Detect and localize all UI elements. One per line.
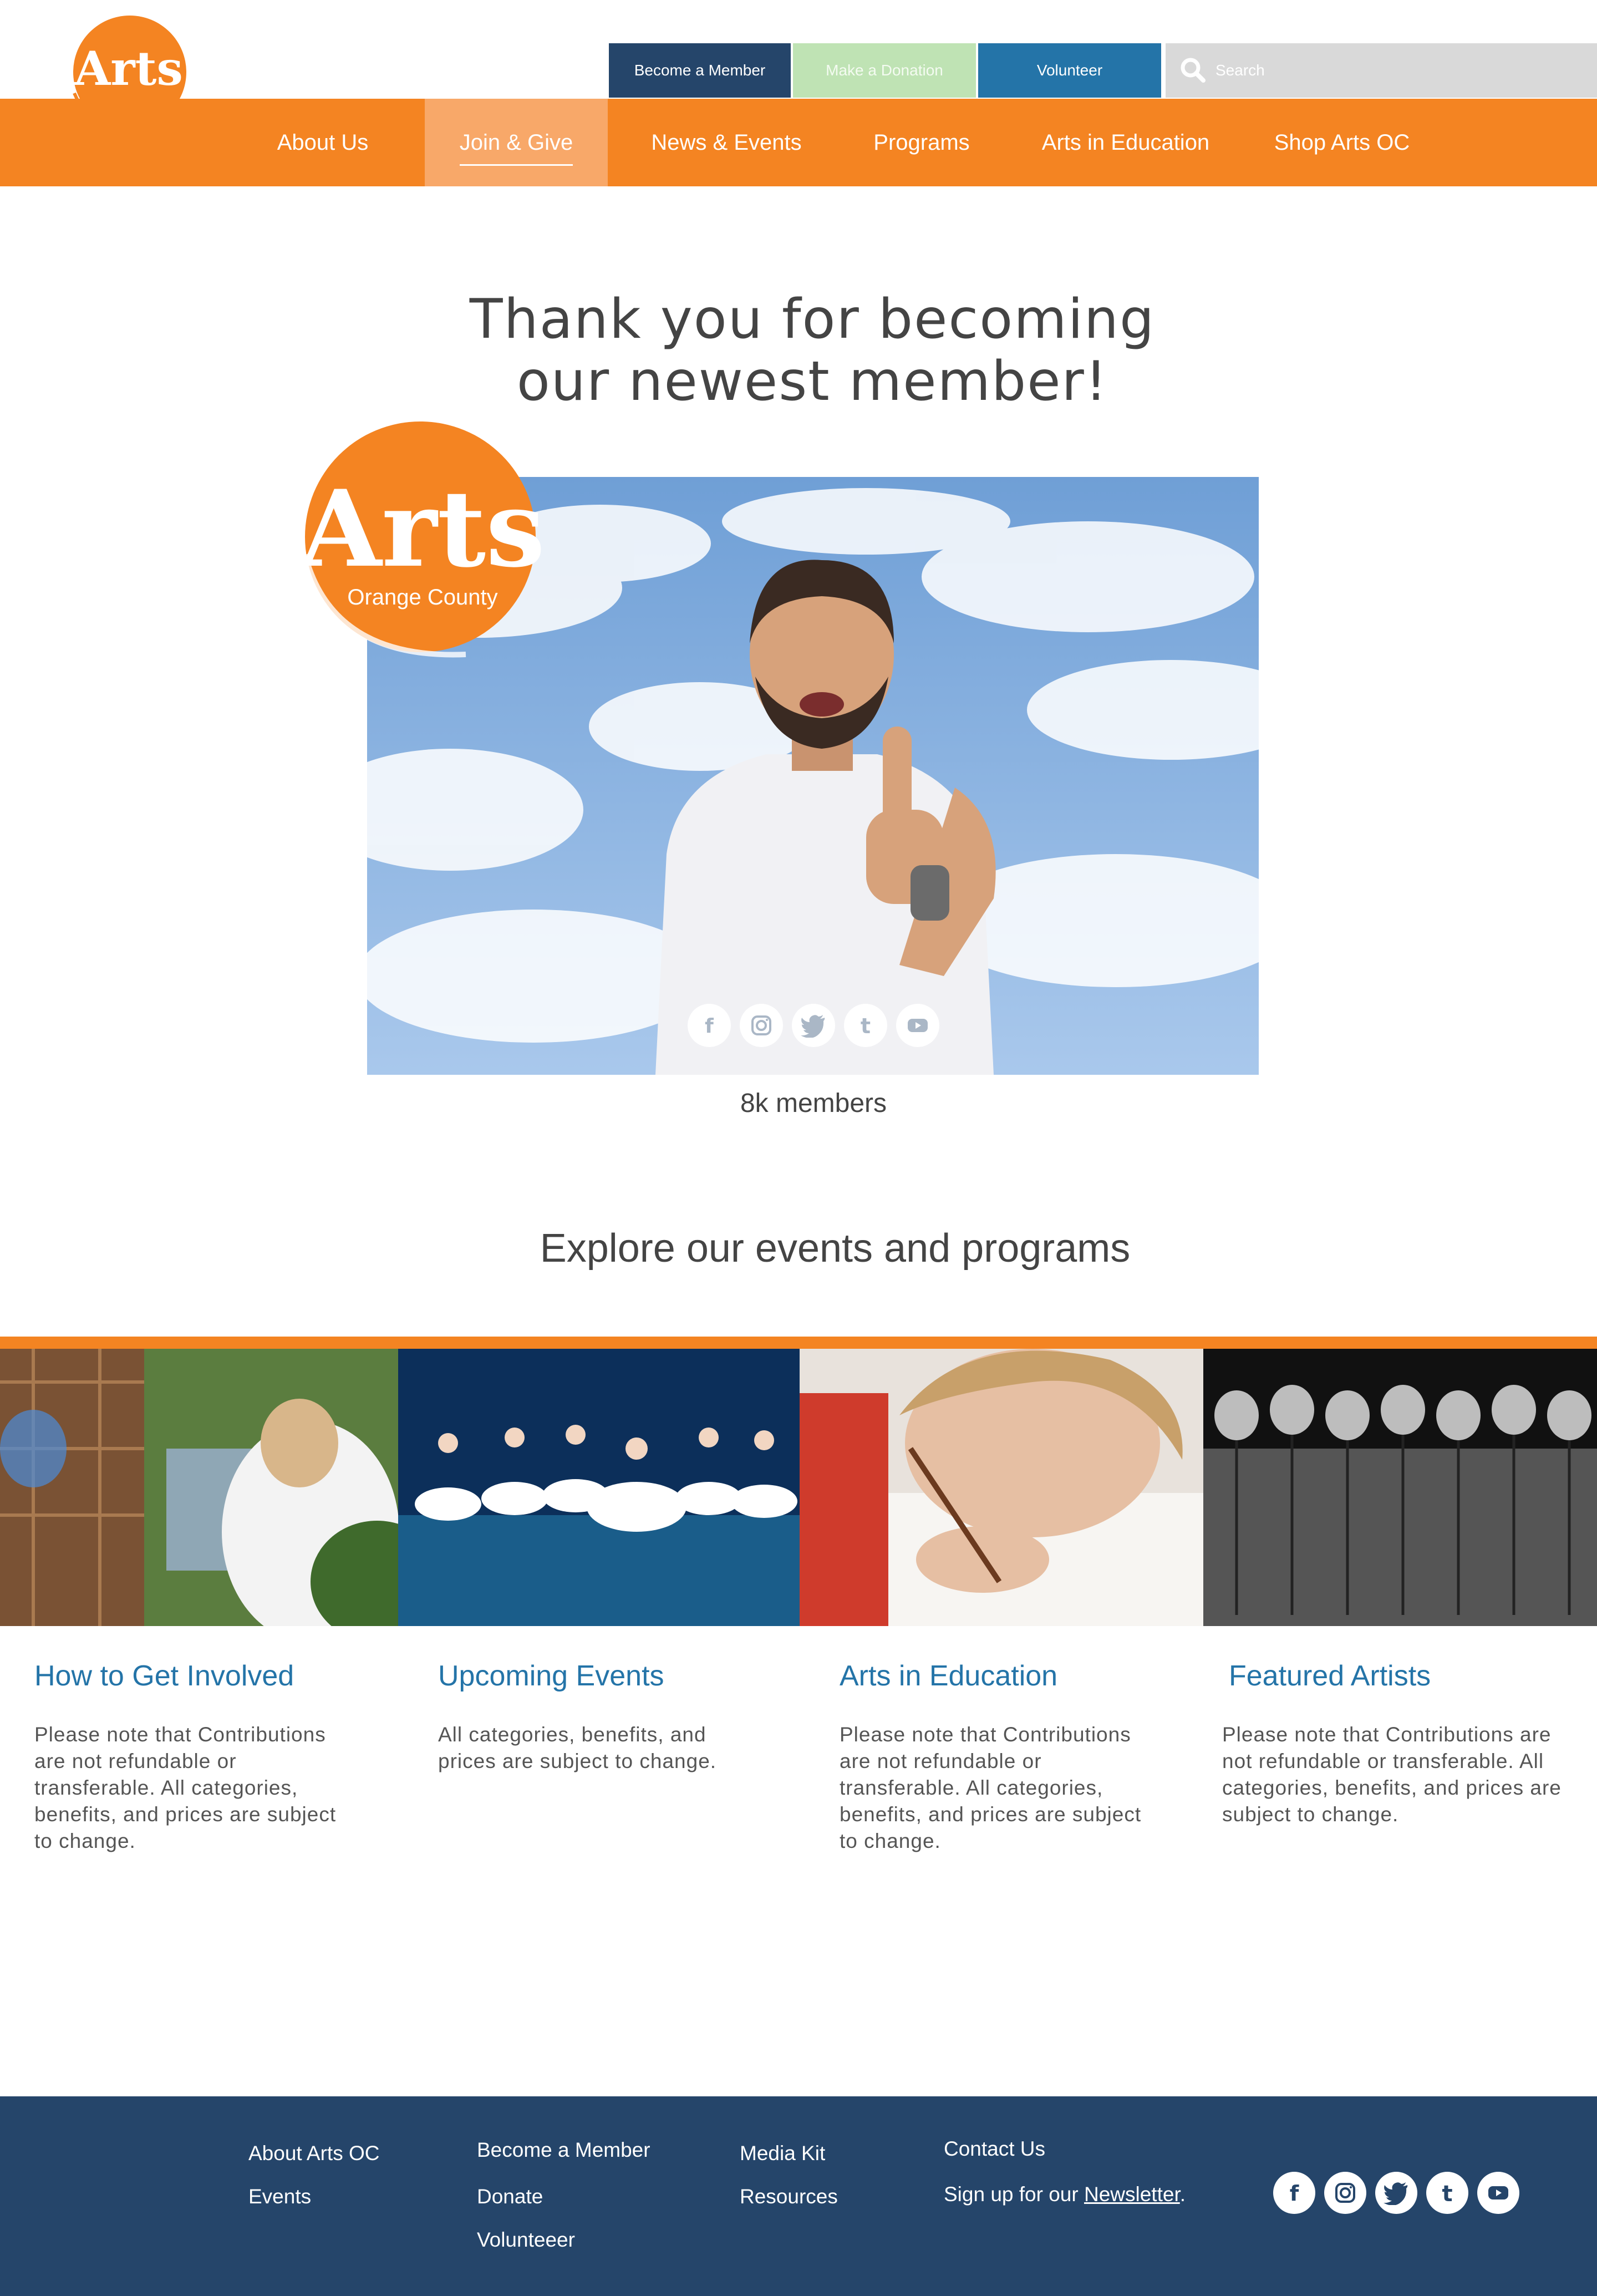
card-text-arts-in-education: Please note that Contributions are not r…	[840, 1723, 1142, 1852]
youtube-icon[interactable]	[1477, 2172, 1519, 2214]
search-icon[interactable]	[1177, 54, 1210, 87]
footer-newsletter-text: Sign up for our Newsletter.	[944, 2183, 1186, 2206]
nav-item-programs[interactable]: Programs	[855, 99, 988, 186]
nav-label: Programs	[873, 130, 970, 155]
newsletter-suffix: .	[1179, 2183, 1186, 2206]
photo-social-links: f t	[688, 1004, 939, 1047]
footer-link-about[interactable]: About Arts OC	[248, 2142, 380, 2165]
twitter-icon[interactable]	[792, 1004, 835, 1047]
instagram-icon[interactable]	[1324, 2172, 1366, 2214]
card-title-arts-in-education[interactable]: Arts in Education	[840, 1659, 1057, 1693]
tumblr-icon[interactable]: t	[1426, 2172, 1468, 2214]
arts-oc-badge-logo: Arts Orange County	[299, 421, 543, 658]
volunteer-button[interactable]: Volunteer	[978, 43, 1163, 98]
footer-social-links: f t	[1273, 2172, 1519, 2214]
main-nav: About Us Join & Give News & Events Progr…	[0, 99, 1597, 186]
footer-link-donate[interactable]: Donate	[477, 2185, 543, 2208]
make-donation-button[interactable]: Make a Donation	[793, 43, 978, 98]
svg-text:t: t	[1442, 2181, 1452, 2205]
badge-logo-text: Arts	[299, 467, 543, 591]
member-count: 8k members	[740, 1089, 887, 1118]
newsletter-prefix: Sign up for our	[944, 2183, 1084, 2206]
title-line-2: our newest member!	[516, 350, 1108, 413]
nav-item-join-give[interactable]: Join & Give	[425, 99, 608, 186]
page-title: Thank you for becoming our newest member…	[0, 288, 1597, 413]
footer-link-contact[interactable]: Contact Us	[944, 2137, 1045, 2161]
card-text-upcoming-events: All categories, benefits, and prices are…	[438, 1723, 717, 1772]
card-image-masks[interactable]	[1203, 1349, 1597, 1626]
tumblr-icon[interactable]: t	[844, 1004, 887, 1047]
search-input[interactable]	[1215, 62, 1548, 79]
card-text-featured-artists: Please note that Contributions are not r…	[1222, 1723, 1562, 1826]
footer-link-volunteer[interactable]: Volunteeer	[477, 2228, 575, 2252]
orange-divider	[0, 1337, 1597, 1349]
facebook-icon[interactable]: f	[688, 1004, 731, 1047]
card-image-ballet[interactable]	[398, 1349, 800, 1626]
twitter-icon[interactable]	[1375, 2172, 1417, 2214]
search-bar	[1166, 43, 1597, 98]
card-text-get-involved: Please note that Contributions are not r…	[34, 1723, 337, 1852]
card-image-painter[interactable]	[0, 1349, 398, 1626]
nav-item-news-events[interactable]: News & Events	[638, 99, 815, 186]
newsletter-link[interactable]: Newsletter	[1084, 2183, 1180, 2206]
card-title-upcoming-events[interactable]: Upcoming Events	[438, 1659, 664, 1693]
youtube-icon[interactable]	[896, 1004, 939, 1047]
nav-item-about-us[interactable]: About Us	[256, 99, 389, 186]
card-title-get-involved[interactable]: How to Get Involved	[34, 1659, 294, 1693]
svg-text:t: t	[861, 1014, 871, 1038]
nav-item-arts-in-education[interactable]: Arts in Education	[1027, 99, 1224, 186]
logo-text: Arts	[74, 41, 183, 96]
footer-link-events[interactable]: Events	[248, 2185, 311, 2208]
nav-label: Arts in Education	[1041, 130, 1210, 155]
become-member-button[interactable]: Become a Member	[609, 43, 793, 98]
title-line-1: Thank you for becoming	[469, 288, 1156, 351]
nav-label: About Us	[277, 130, 369, 155]
facebook-icon[interactable]: f	[1273, 2172, 1315, 2214]
top-action-bar: Become a Member Make a Donation Voluntee…	[609, 43, 1163, 98]
footer-link-media-kit[interactable]: Media Kit	[740, 2142, 825, 2165]
badge-logo-subtext: Orange County	[347, 585, 497, 609]
card-image-child-drawing[interactable]	[800, 1349, 1203, 1626]
svg-text:f: f	[1290, 2181, 1299, 2205]
card-title-featured-artists[interactable]: Featured Artists	[1229, 1659, 1431, 1693]
instagram-icon[interactable]	[740, 1004, 783, 1047]
explore-heading: Explore our events and programs	[540, 1226, 1131, 1271]
nav-label: News & Events	[651, 130, 802, 155]
nav-label: Shop Arts OC	[1274, 130, 1410, 155]
nav-label: Join & Give	[459, 130, 573, 166]
footer-link-resources[interactable]: Resources	[740, 2185, 838, 2208]
nav-item-shop-arts-oc[interactable]: Shop Arts OC	[1259, 99, 1425, 186]
footer-link-become-member[interactable]: Become a Member	[477, 2138, 650, 2162]
svg-text:f: f	[705, 1015, 714, 1038]
